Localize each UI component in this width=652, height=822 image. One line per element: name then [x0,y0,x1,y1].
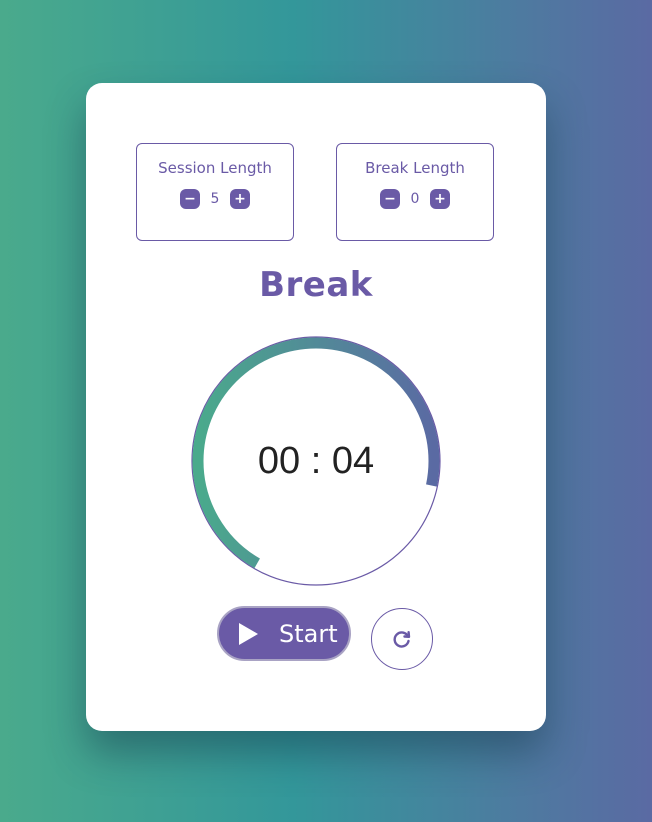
play-icon [239,622,258,645]
pomodoro-card: Session Length − 5 + Break Length − 0 + … [86,83,546,731]
break-increment-button[interactable]: + [430,189,450,209]
session-length-panel: Session Length − 5 + [136,143,294,241]
start-button[interactable]: Start [217,606,351,661]
timer-mode-label: Break [259,265,373,305]
session-length-label: Session Length [158,159,272,177]
session-increment-button[interactable]: + [230,189,250,209]
session-decrement-button[interactable]: − [180,189,200,209]
session-length-stepper: − 5 + [137,189,293,209]
timer-display: 00 : 04 [257,439,375,482]
reset-icon [393,631,411,648]
break-length-label: Break Length [365,159,465,177]
session-length-value: 5 [210,191,220,207]
break-length-panel: Break Length − 0 + [336,143,494,241]
break-length-stepper: − 0 + [337,189,493,209]
reset-button[interactable] [371,608,433,670]
break-length-value: 0 [410,191,420,207]
start-button-label: Start [279,619,338,648]
break-decrement-button[interactable]: − [380,189,400,209]
